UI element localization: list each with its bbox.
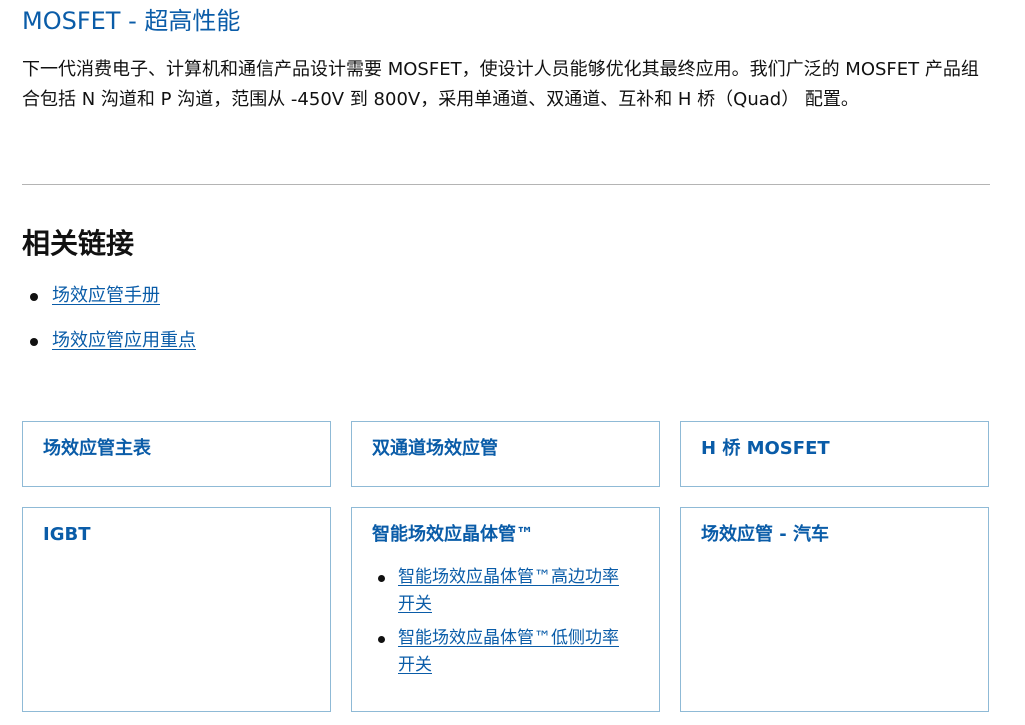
card-mosfet-automotive: 场效应管 - 汽车 — [680, 507, 989, 712]
section-divider — [22, 184, 990, 185]
smart-fet-links: 智能场效应晶体管™高边功率开关 智能场效应晶体管™低侧功率开关 — [372, 564, 639, 679]
card-title-mosfet-automotive[interactable]: 场效应管 - 汽车 — [701, 522, 968, 548]
link-smart-fet-low-side[interactable]: 智能场效应晶体管™低侧功率开关 — [398, 625, 626, 679]
related-links-list: 场效应管手册 场效应管应用重点 — [22, 280, 196, 370]
list-item: 智能场效应晶体管™低侧功率开关 — [372, 625, 639, 679]
card-title-igbt[interactable]: IGBT — [43, 522, 310, 548]
card-title-mosfet-master-table[interactable]: 场效应管主表 — [43, 436, 310, 462]
related-links-heading: 相关链接 — [22, 227, 135, 260]
link-smart-fet-high-side[interactable]: 智能场效应晶体管™高边功率开关 — [398, 564, 626, 618]
list-item: 场效应管应用重点 — [22, 325, 196, 370]
card-h-bridge-mosfet: H 桥 MOSFET — [680, 421, 989, 487]
card-smart-fet: 智能场效应晶体管™ 智能场效应晶体管™高边功率开关 智能场效应晶体管™低侧功率开… — [351, 507, 660, 712]
card-title-h-bridge-mosfet[interactable]: H 桥 MOSFET — [701, 436, 968, 462]
card-title-dual-mosfet[interactable]: 双通道场效应管 — [372, 436, 639, 462]
card-igbt: IGBT — [22, 507, 331, 712]
list-item: 智能场效应晶体管™高边功率开关 — [372, 564, 639, 618]
list-item: 场效应管手册 — [22, 280, 196, 325]
page-title: MOSFET - 超高性能 — [22, 7, 241, 35]
card-title-smart-fet[interactable]: 智能场效应晶体管™ — [372, 522, 639, 548]
card-dual-mosfet: 双通道场效应管 — [351, 421, 660, 487]
link-mosfet-handbook[interactable]: 场效应管手册 — [52, 285, 160, 306]
link-mosfet-application-highlights[interactable]: 场效应管应用重点 — [52, 330, 196, 351]
intro-paragraph: 下一代消费电子、计算机和通信产品设计需要 MOSFET，使设计人员能够优化其最终… — [22, 59, 979, 110]
card-mosfet-master-table: 场效应管主表 — [22, 421, 331, 487]
